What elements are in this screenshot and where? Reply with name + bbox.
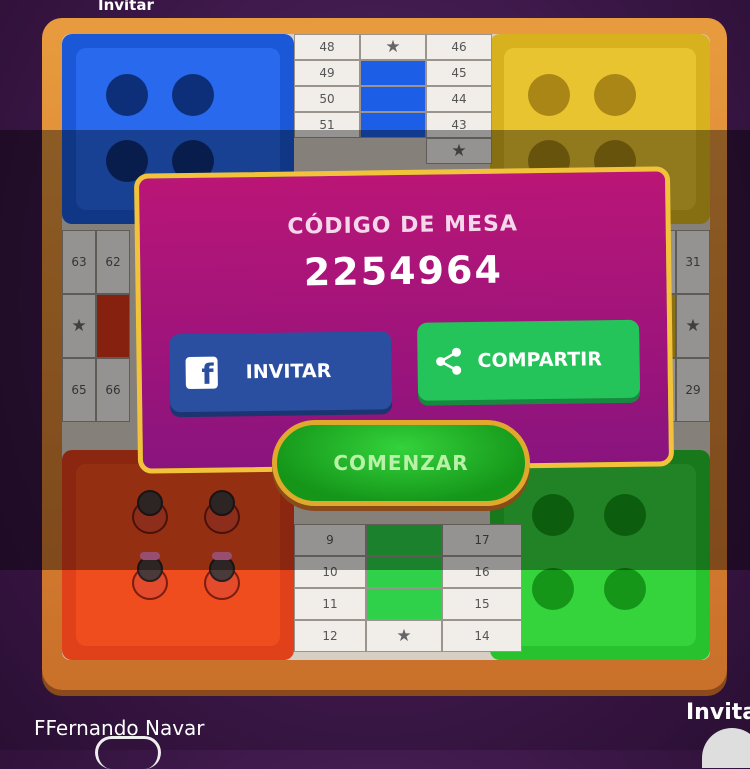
blue-slot: [172, 74, 214, 116]
share-button[interactable]: COMPARTIR: [417, 319, 641, 401]
track-cell: 49: [294, 60, 360, 86]
facebook-icon: f: [185, 356, 218, 391]
green-slot: [532, 568, 574, 610]
yellow-slot: [594, 74, 636, 116]
track-cell: 48: [294, 34, 360, 60]
invite-player-label[interactable]: Invita: [686, 700, 750, 725]
empty-avatar[interactable]: [702, 728, 750, 768]
track-cell: 50: [294, 86, 360, 112]
invite-facebook-button[interactable]: f INVITAR: [169, 331, 393, 413]
star-icon: ★: [396, 626, 412, 646]
share-button-label: COMPARTIR: [477, 348, 603, 372]
track-cell: 44: [426, 86, 492, 112]
top-invite-label[interactable]: Invitar: [98, 0, 154, 14]
star-icon: ★: [385, 37, 401, 57]
yellow-slot: [528, 74, 570, 116]
blue-slot: [106, 74, 148, 116]
start-game-button[interactable]: COMENZAR: [272, 420, 530, 506]
track-cell: 46: [426, 34, 492, 60]
track-cell: 45: [426, 60, 492, 86]
avatar: [95, 736, 161, 769]
green-lane-cell: [366, 588, 442, 620]
track-cell: 15: [442, 588, 522, 620]
track-cell: 12: [294, 620, 366, 652]
star-cell: ★: [366, 620, 442, 652]
blue-lane-cell: [360, 60, 426, 86]
blue-lane-cell: [360, 86, 426, 112]
dialog-title: CÓDIGO DE MESA: [287, 211, 519, 240]
track-cell: 11: [294, 588, 366, 620]
table-code: 2254964: [303, 247, 504, 295]
star-cell: ★: [360, 34, 426, 60]
share-icon: [436, 347, 462, 375]
invite-button-label: INVITAR: [245, 360, 332, 384]
green-slot: [604, 568, 646, 610]
track-cell: 14: [442, 620, 522, 652]
